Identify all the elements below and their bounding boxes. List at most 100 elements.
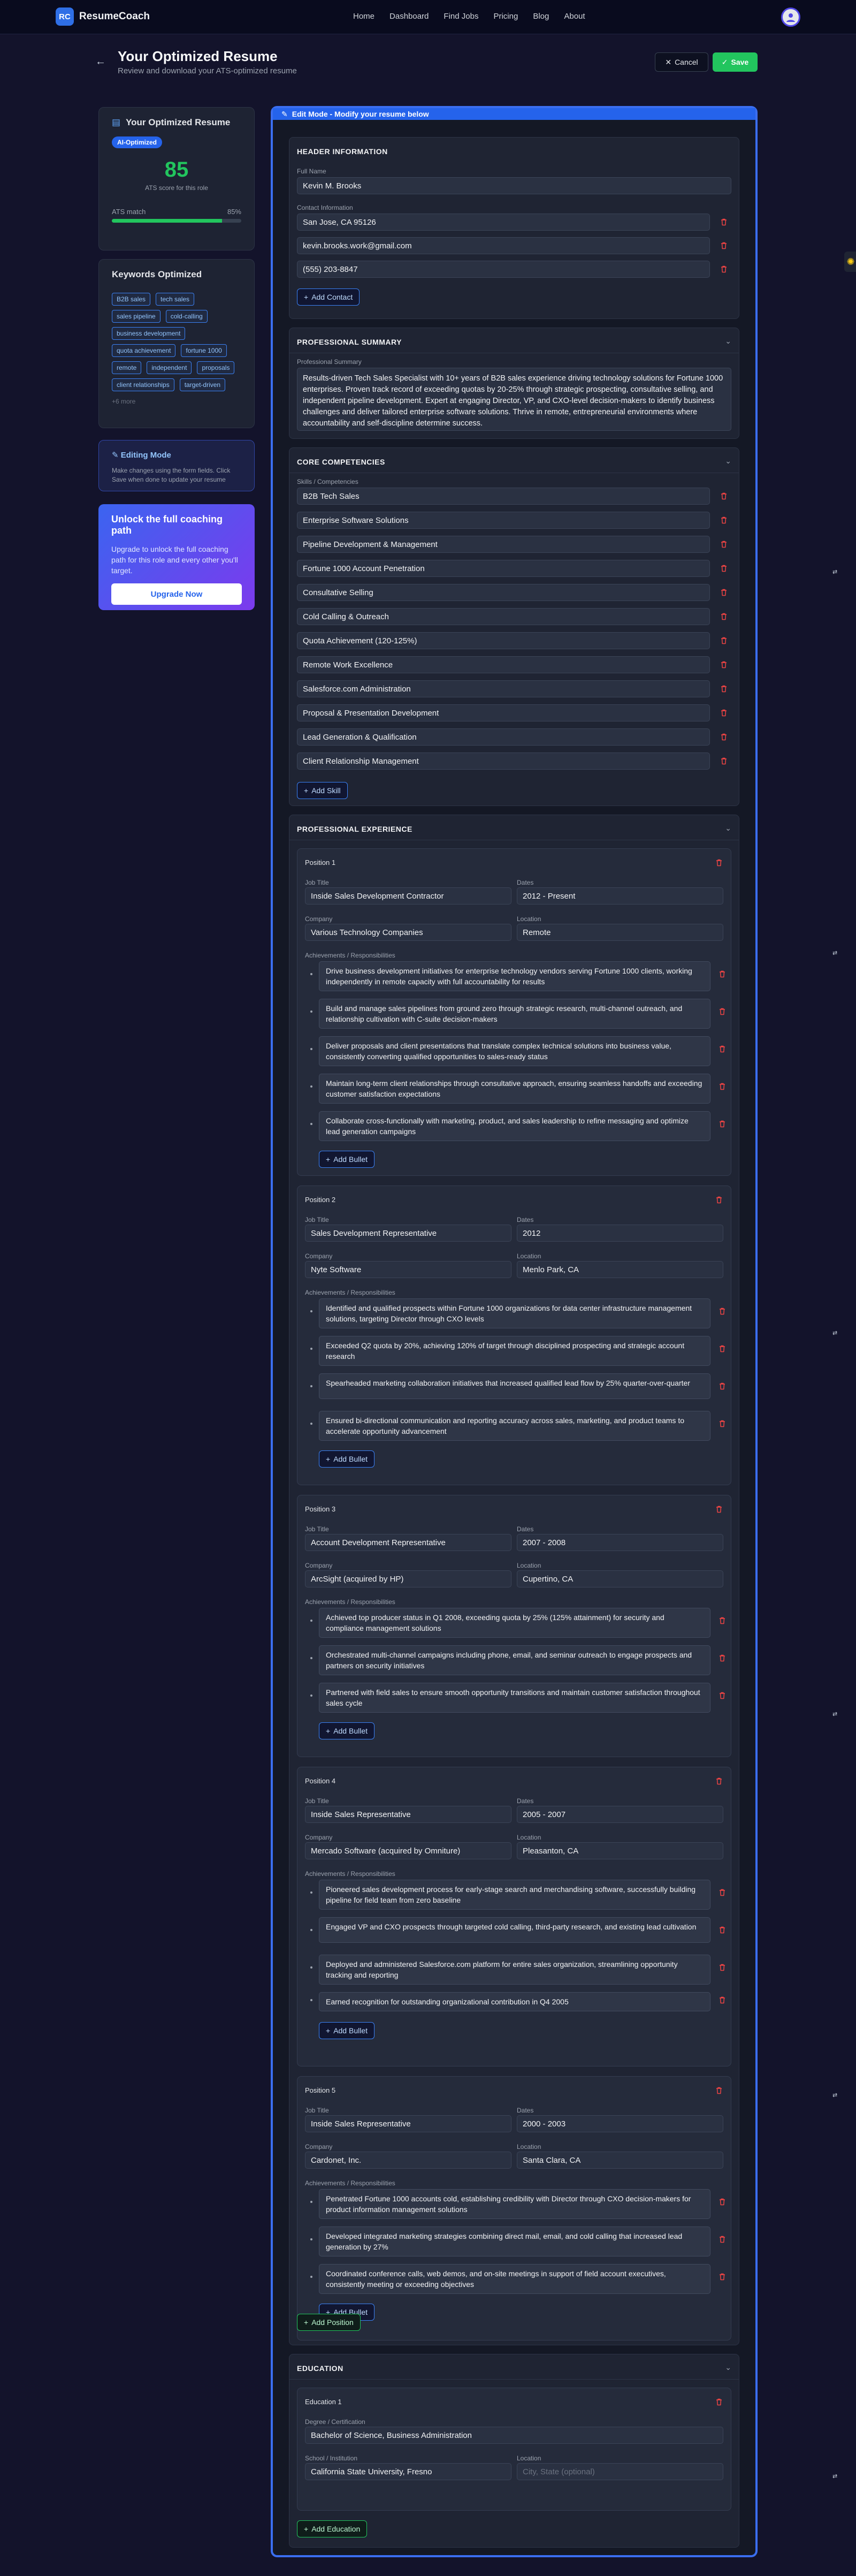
skill-input[interactable]: Remote Work Excellence — [297, 656, 710, 673]
trash-icon[interactable] — [718, 1344, 727, 1353]
trash-icon[interactable] — [720, 588, 728, 597]
job-title-input[interactable]: Inside Sales Representative — [305, 1806, 511, 1823]
dates-input[interactable]: 2000 - 2003 — [517, 2115, 723, 2132]
company-input[interactable]: Various Technology Companies — [305, 924, 511, 941]
company-input[interactable]: Cardonet, Inc. — [305, 2152, 511, 2169]
sun-widget-icon[interactable]: ✺ — [844, 252, 856, 272]
company-input[interactable]: ArcSight (acquired by HP) — [305, 1570, 511, 1587]
trash-icon[interactable] — [715, 1777, 723, 1785]
bullet-input[interactable]: Earned recognition for outstanding organ… — [319, 1992, 710, 2011]
translate-icon[interactable]: ⇄ — [832, 2473, 840, 2480]
translate-icon[interactable]: ⇄ — [832, 1711, 840, 1718]
job-title-input[interactable]: Inside Sales Representative — [305, 2115, 511, 2132]
translate-icon[interactable]: ⇄ — [832, 568, 840, 575]
bullet-input[interactable]: Drive business development initiatives f… — [319, 961, 710, 991]
translate-icon[interactable]: ⇄ — [832, 2092, 840, 2099]
trash-icon[interactable] — [720, 685, 728, 693]
skill-input[interactable]: Enterprise Software Solutions — [297, 512, 710, 529]
upgrade-now-button[interactable]: Upgrade Now — [111, 583, 242, 605]
trash-icon[interactable] — [720, 660, 728, 669]
add-bullet-button[interactable]: + Add Bullet — [319, 2022, 375, 2039]
summary-textarea[interactable]: Results-driven Tech Sales Specialist wit… — [297, 368, 731, 431]
dates-input[interactable]: 2012 — [517, 1225, 723, 1242]
skill-input[interactable]: Consultative Selling — [297, 584, 710, 601]
trash-icon[interactable] — [718, 1007, 727, 1016]
trash-icon[interactable] — [718, 1616, 727, 1625]
trash-icon[interactable] — [718, 1045, 727, 1053]
add-education-button[interactable]: + Add Education — [297, 2520, 368, 2537]
skill-input[interactable]: Fortune 1000 Account Penetration — [297, 560, 710, 577]
trash-icon[interactable] — [720, 492, 728, 500]
translate-icon[interactable]: ⇄ — [832, 1329, 840, 1336]
trash-icon[interactable] — [720, 218, 728, 226]
bullet-input[interactable]: Deliver proposals and client presentatio… — [319, 1036, 710, 1066]
bullet-input[interactable]: Exceeded Q2 quota by 20%, achieving 120%… — [319, 1336, 710, 1366]
location-input[interactable]: Santa Clara, CA — [517, 2152, 723, 2169]
add-contact-button[interactable]: + Add Contact — [297, 288, 360, 306]
trash-icon[interactable] — [718, 1120, 727, 1128]
professional-summary-section[interactable]: PROFESSIONAL SUMMARY ⌄ Professional Summ… — [289, 328, 739, 439]
dates-input[interactable]: 2007 - 2008 — [517, 1534, 723, 1551]
dates-input[interactable]: 2005 - 2007 — [517, 1806, 723, 1823]
bullet-input[interactable]: Deployed and administered Salesforce.com… — [319, 1955, 710, 1985]
job-title-input[interactable]: Inside Sales Development Contractor — [305, 887, 511, 905]
trash-icon[interactable] — [720, 709, 728, 717]
nav-link-home[interactable]: Home — [353, 12, 374, 21]
nav-link-about[interactable]: About — [564, 12, 585, 21]
add-bullet-button[interactable]: + Add Bullet — [319, 1450, 375, 1468]
professional-experience-section[interactable]: PROFESSIONAL EXPERIENCE ⌄ Position 1 Job … — [289, 815, 739, 2345]
skill-input[interactable]: Quota Achievement (120-125%) — [297, 632, 710, 649]
skill-input[interactable]: Lead Generation & Qualification — [297, 728, 710, 746]
trash-icon[interactable] — [720, 540, 728, 549]
trash-icon[interactable] — [720, 757, 728, 765]
bullet-input[interactable]: Maintain long-term client relationships … — [319, 1074, 710, 1104]
skill-input[interactable]: Cold Calling & Outreach — [297, 608, 710, 625]
bullet-input[interactable]: Collaborate cross-functionally with mark… — [319, 1111, 710, 1141]
trash-icon[interactable] — [718, 1888, 727, 1897]
trash-icon[interactable] — [720, 241, 728, 250]
skill-input[interactable]: Pipeline Development & Management — [297, 536, 710, 553]
user-avatar[interactable] — [781, 7, 800, 27]
school-input[interactable]: California State University, Fresno — [305, 2463, 511, 2480]
location-input[interactable]: Menlo Park, CA — [517, 1261, 723, 1278]
bullet-input[interactable]: Partnered with field sales to ensure smo… — [319, 1683, 710, 1713]
cancel-button[interactable]: ✕ Cancel — [655, 52, 708, 72]
bullet-input[interactable]: Orchestrated multi-channel campaigns inc… — [319, 1645, 710, 1675]
chevron-down-icon[interactable]: ⌄ — [725, 337, 731, 346]
dates-input[interactable]: 2012 - Present — [517, 887, 723, 905]
skill-input[interactable]: B2B Tech Sales — [297, 488, 710, 505]
trash-icon[interactable] — [720, 516, 728, 525]
add-bullet-button[interactable]: + Add Bullet — [319, 1151, 375, 1168]
skill-input[interactable]: Salesforce.com Administration — [297, 680, 710, 697]
trash-icon[interactable] — [720, 733, 728, 741]
trash-icon[interactable] — [718, 2273, 727, 2281]
add-position-button[interactable]: + Add Position — [297, 2314, 361, 2331]
trash-icon[interactable] — [718, 970, 727, 978]
location-input[interactable]: Pleasanton, CA — [517, 1842, 723, 1859]
trash-icon[interactable] — [718, 1382, 727, 1390]
chevron-down-icon[interactable]: ⌄ — [725, 457, 731, 466]
brand[interactable]: RC ResumeCoach — [56, 7, 150, 26]
bullet-input[interactable]: Build and manage sales pipelines from gr… — [319, 999, 710, 1029]
contact-input[interactable]: San Jose, CA 95126 — [297, 214, 710, 231]
trash-icon[interactable] — [715, 858, 723, 867]
trash-icon[interactable] — [718, 1307, 727, 1316]
trash-icon[interactable] — [718, 1082, 727, 1091]
save-button[interactable]: ✓ Save — [713, 52, 758, 72]
add-bullet-button[interactable]: + Add Bullet — [319, 1722, 375, 1739]
bullet-input[interactable]: Coordinated conference calls, web demos,… — [319, 2264, 710, 2294]
skill-input[interactable]: Client Relationship Management — [297, 753, 710, 770]
job-title-input[interactable]: Account Development Representative — [305, 1534, 511, 1551]
trash-icon[interactable] — [715, 1196, 723, 1204]
contact-input[interactable]: kevin.brooks.work@gmail.com — [297, 237, 710, 254]
location-input[interactable]: Remote — [517, 924, 723, 941]
degree-input[interactable]: Bachelor of Science, Business Administra… — [305, 2427, 723, 2444]
bullet-input[interactable]: Pioneered sales development process for … — [319, 1880, 710, 1910]
trash-icon[interactable] — [718, 2198, 727, 2206]
chevron-down-icon[interactable]: ⌄ — [725, 824, 731, 833]
location-input[interactable]: Cupertino, CA — [517, 1570, 723, 1587]
full-name-input[interactable]: Kevin M. Brooks — [297, 177, 731, 194]
bullet-input[interactable]: Developed integrated marketing strategie… — [319, 2227, 710, 2256]
company-input[interactable]: Mercado Software (acquired by Omniture) — [305, 1842, 511, 1859]
add-skill-button[interactable]: + Add Skill — [297, 782, 348, 799]
